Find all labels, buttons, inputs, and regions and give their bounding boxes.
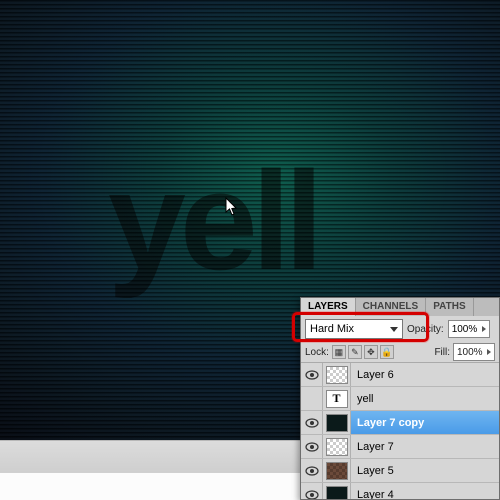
opacity-field[interactable]: 100% bbox=[448, 320, 490, 338]
visibility-toggle[interactable] bbox=[301, 483, 323, 499]
layer-thumbnail[interactable]: T bbox=[323, 387, 351, 410]
fill-field[interactable]: 100% bbox=[453, 343, 495, 361]
lock-transparency-icon[interactable]: ▦ bbox=[332, 345, 346, 359]
layer-thumbnail[interactable] bbox=[323, 411, 351, 434]
layer-thumbnail[interactable] bbox=[323, 435, 351, 458]
opacity-value: 100% bbox=[452, 324, 478, 335]
layer-name[interactable]: Layer 5 bbox=[351, 465, 499, 477]
layer-thumbnail[interactable] bbox=[323, 363, 351, 386]
layer-name[interactable]: Layer 7 copy bbox=[351, 417, 499, 429]
layer-name[interactable]: Layer 7 bbox=[351, 441, 499, 453]
eye-icon bbox=[305, 466, 319, 476]
layer-name[interactable]: Layer 4 bbox=[351, 489, 499, 500]
lock-label: Lock: bbox=[305, 347, 329, 358]
visibility-toggle[interactable] bbox=[301, 387, 323, 410]
eye-icon bbox=[305, 442, 319, 452]
fill-label: Fill: bbox=[434, 347, 450, 358]
layer-name[interactable]: yell bbox=[351, 393, 499, 405]
layer-row[interactable]: Layer 4 bbox=[301, 483, 499, 499]
annotation-highlight bbox=[292, 312, 429, 342]
lock-position-icon[interactable]: ✥ bbox=[364, 345, 378, 359]
layer-row[interactable]: Layer 7 copy bbox=[301, 411, 499, 435]
chevron-right-icon bbox=[487, 349, 491, 355]
visibility-toggle[interactable] bbox=[301, 411, 323, 434]
layer-row[interactable]: Layer 5 bbox=[301, 459, 499, 483]
visibility-toggle[interactable] bbox=[301, 435, 323, 458]
eye-icon bbox=[305, 370, 319, 380]
layer-thumbnail[interactable] bbox=[323, 459, 351, 482]
layer-row[interactable]: T yell bbox=[301, 387, 499, 411]
visibility-toggle[interactable] bbox=[301, 459, 323, 482]
lock-icon-group: ▦ ✎ ✥ 🔒 bbox=[332, 345, 394, 359]
eye-icon bbox=[305, 490, 319, 500]
chevron-right-icon bbox=[482, 326, 486, 332]
lock-pixels-icon[interactable]: ✎ bbox=[348, 345, 362, 359]
eye-icon bbox=[305, 418, 319, 428]
lock-all-icon[interactable]: 🔒 bbox=[380, 345, 394, 359]
layer-row[interactable]: Layer 6 bbox=[301, 363, 499, 387]
fill-value: 100% bbox=[457, 347, 483, 358]
tab-paths[interactable]: PATHS bbox=[426, 298, 473, 316]
layer-row[interactable]: Layer 7 bbox=[301, 435, 499, 459]
visibility-toggle[interactable] bbox=[301, 363, 323, 386]
layer-thumbnail[interactable] bbox=[323, 483, 351, 499]
text-layer-icon: T bbox=[326, 390, 348, 408]
panel-lock-row: Lock: ▦ ✎ ✥ 🔒 Fill: 100% bbox=[301, 342, 499, 362]
layer-name[interactable]: Layer 6 bbox=[351, 369, 499, 381]
layer-list: Layer 6 T yell Layer 7 copy Layer 7 bbox=[301, 362, 499, 499]
